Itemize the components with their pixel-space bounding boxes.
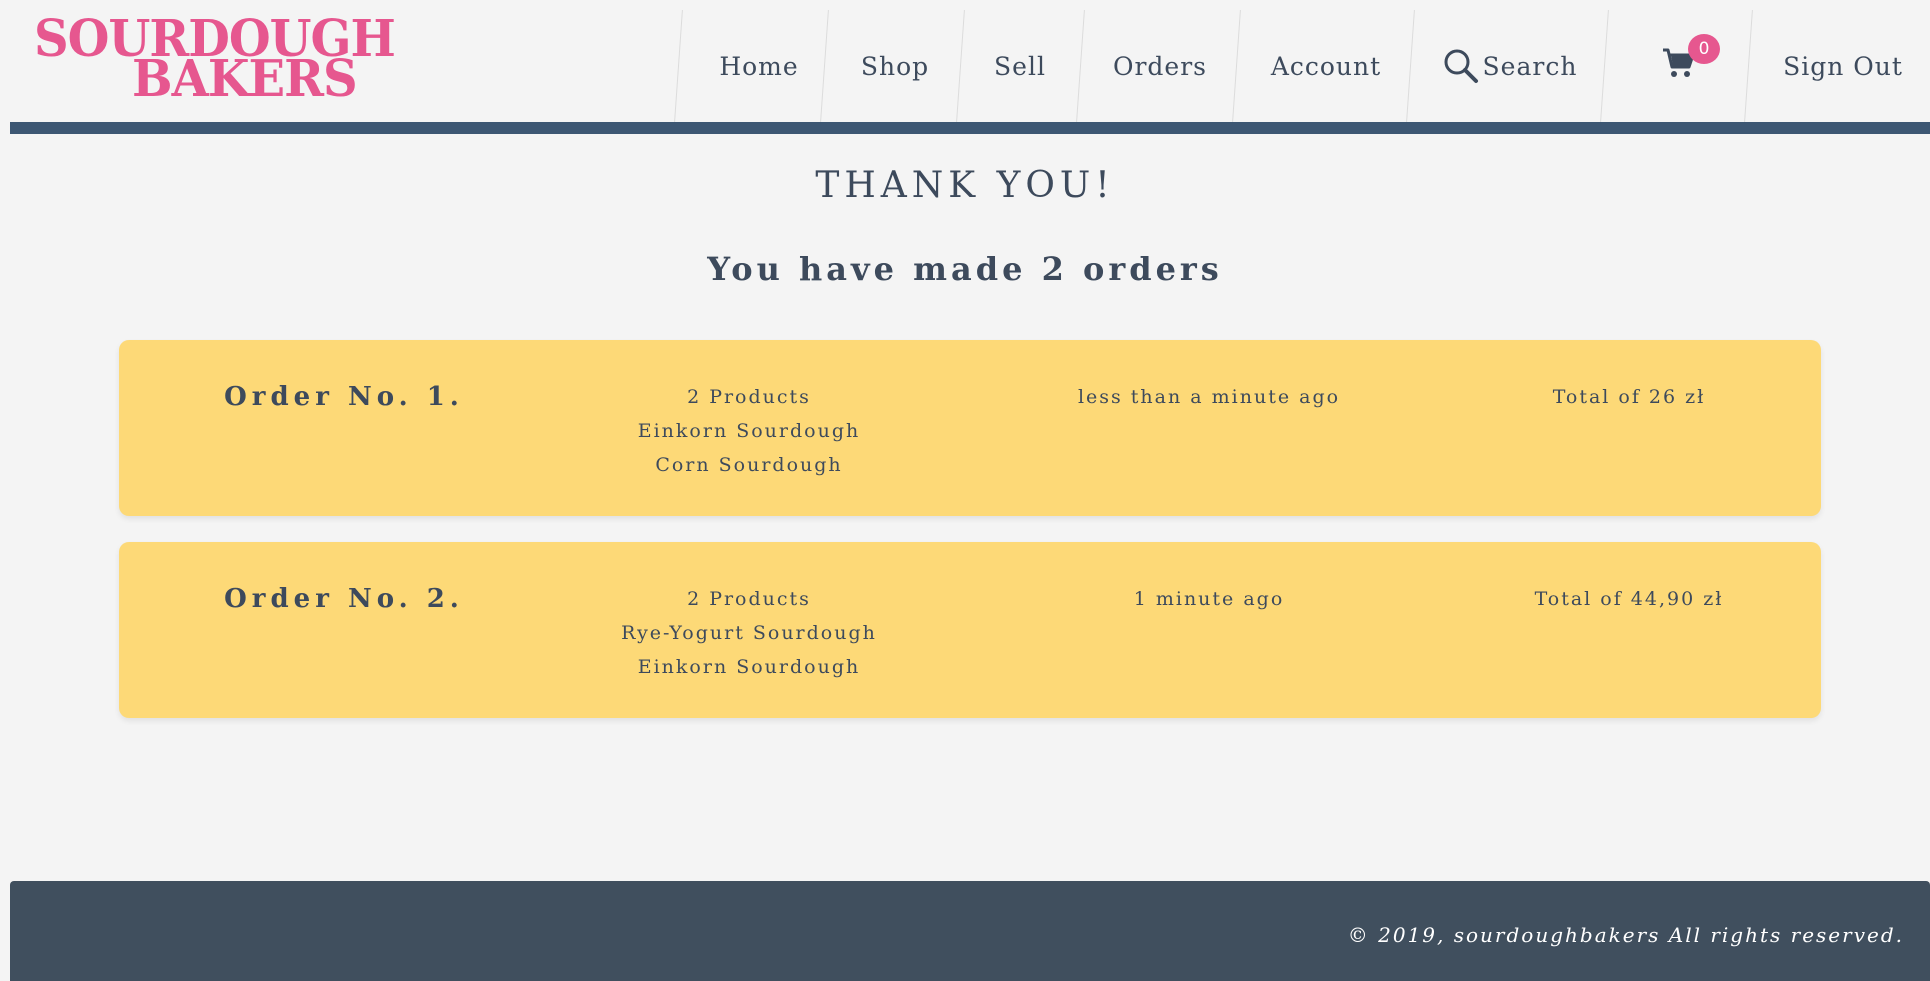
nav-shop-label: Shop [860,51,930,81]
nav-cart[interactable] [1614,10,1744,122]
order-number: Order No. 2. [224,584,464,614]
product-name: Einkorn Sourdough [637,420,861,442]
product-name: Rye-Yogurt Sourdough [621,622,877,644]
order-products: 2 Products Einkorn Sourdough Corn Sourdo… [549,380,949,482]
nav-sign-out[interactable]: Sign Out [1758,10,1928,122]
order-products: 2 Products Rye-Yogurt Sourdough Einkorn … [549,582,949,684]
page: SOURDOUGH BAKERS Home Shop Sell Orders A… [0,0,1930,981]
cart-count-badge: 0 [1688,34,1720,64]
product-name: Corn Sourdough [655,454,843,476]
nav-sign-out-label: Sign Out [1783,51,1903,81]
order-total: Total of 44,90 zł [1534,588,1724,610]
order-time: 1 minute ago [1133,588,1285,610]
nav-sell[interactable]: Sell [970,10,1070,122]
product-count: 2 Products [687,588,811,610]
site-footer: © 2019, sourdoughbakers All rights reser… [10,881,1930,981]
nav-sell-label: Sell [994,51,1046,81]
nav-search-label: Search [1482,51,1578,81]
page-title: THANK YOU! [815,165,1115,206]
search-icon [1443,48,1479,84]
product-count: 2 Products [687,386,811,408]
nav-divider [1076,10,1085,122]
site-header: SOURDOUGH BAKERS Home Shop Sell Orders A… [10,0,1930,134]
nav-divider [820,10,829,122]
nav-account-label: Account [1270,51,1382,81]
nav-divider [956,10,965,122]
order-number: Order No. 1. [224,382,464,412]
nav-divider [674,10,683,122]
brand-line-2: BAKERS [132,49,358,109]
brand-logo[interactable]: SOURDOUGH BAKERS [34,14,396,109]
nav-account[interactable]: Account [1246,10,1406,122]
nav-search[interactable]: Search [1420,10,1600,122]
order-card: Order No. 1. 2 Products Einkorn Sourdoug… [119,340,1821,516]
nav-divider [1600,10,1609,122]
nav-divider [1744,10,1753,122]
nav-divider [1232,10,1241,122]
order-card: Order No. 2. 2 Products Rye-Yogurt Sourd… [119,542,1821,718]
nav-shop[interactable]: Shop [840,10,950,122]
nav-divider [1406,10,1415,122]
order-time: less than a minute ago [1077,386,1341,408]
nav-orders[interactable]: Orders [1090,10,1230,122]
orders-summary: You have made 2 orders [707,250,1223,288]
order-total: Total of 26 zł [1552,386,1706,408]
header-divider-bar [10,122,1930,134]
nav-orders-label: Orders [1112,51,1208,81]
copyright-text: © 2019, sourdoughbakers All rights reser… [1347,923,1904,947]
nav-home-label: Home [719,51,799,81]
nav-home[interactable]: Home [700,10,818,122]
product-name: Einkorn Sourdough [637,656,861,678]
